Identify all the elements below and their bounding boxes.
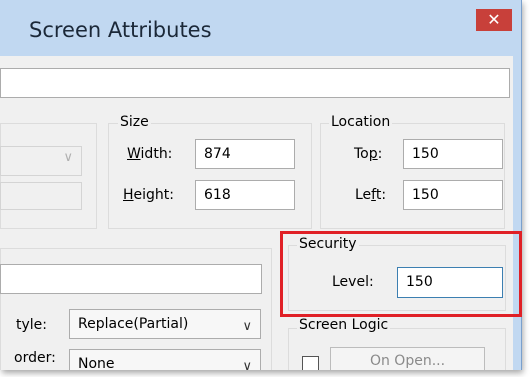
height-label-accel: H [123, 187, 134, 203]
style-label: tyle: [16, 317, 47, 333]
size-legend: Size [118, 114, 151, 130]
screenshot: Screen Attributes ✕ ∨ Size Width: 874 He… [0, 0, 530, 377]
close-icon: ✕ [487, 10, 501, 29]
left-label-pre: Le [355, 187, 372, 203]
width-label-rest: idth: [140, 146, 173, 162]
width-label-accel: W [127, 146, 141, 162]
width-label: Width: [127, 146, 172, 162]
height-input[interactable]: 618 [195, 180, 295, 210]
left-input[interactable]: 150 [403, 180, 503, 210]
on-open-checkbox[interactable] [302, 356, 319, 370]
top-label-post: : [377, 146, 383, 162]
style-select-value: Replace(Partial) [78, 316, 189, 332]
title-bar[interactable]: Screen Attributes ✕ [0, 0, 521, 56]
screen-logic-legend: Screen Logic [297, 317, 391, 333]
disabled-field [0, 182, 82, 210]
height-label-rest: eight: [133, 187, 174, 203]
left-label-post: t: [375, 187, 387, 203]
border-select-value: None [78, 356, 115, 370]
chevron-down-icon: ∨ [242, 319, 252, 334]
chevron-down-icon: ∨ [63, 150, 73, 165]
name-input[interactable] [0, 68, 510, 98]
width-input[interactable]: 874 [195, 139, 295, 169]
left-label: Left: [355, 187, 386, 203]
top-label-pre: To [354, 146, 369, 162]
border-label: order: [14, 350, 56, 366]
unnamed-group [0, 123, 97, 229]
top-label-accel: p [368, 146, 378, 162]
options-text-input[interactable] [0, 264, 262, 294]
top-input[interactable]: 150 [403, 139, 503, 169]
disabled-select: ∨ [0, 146, 82, 176]
height-label: Height: [123, 187, 174, 203]
style-select[interactable]: Replace(Partial) ∨ [69, 309, 261, 339]
top-label: Top: [354, 146, 382, 162]
close-button[interactable]: ✕ [476, 9, 512, 31]
dialog-body: ∨ Size Width: 874 Height: 618 Location T… [0, 56, 521, 370]
security-highlight-box [280, 231, 522, 317]
window-title: Screen Attributes [29, 18, 212, 42]
location-legend: Location [329, 114, 393, 130]
chevron-down-icon: ∨ [242, 359, 252, 370]
on-open-button[interactable]: On Open... [330, 347, 485, 370]
border-select[interactable]: None ∨ [69, 349, 261, 370]
